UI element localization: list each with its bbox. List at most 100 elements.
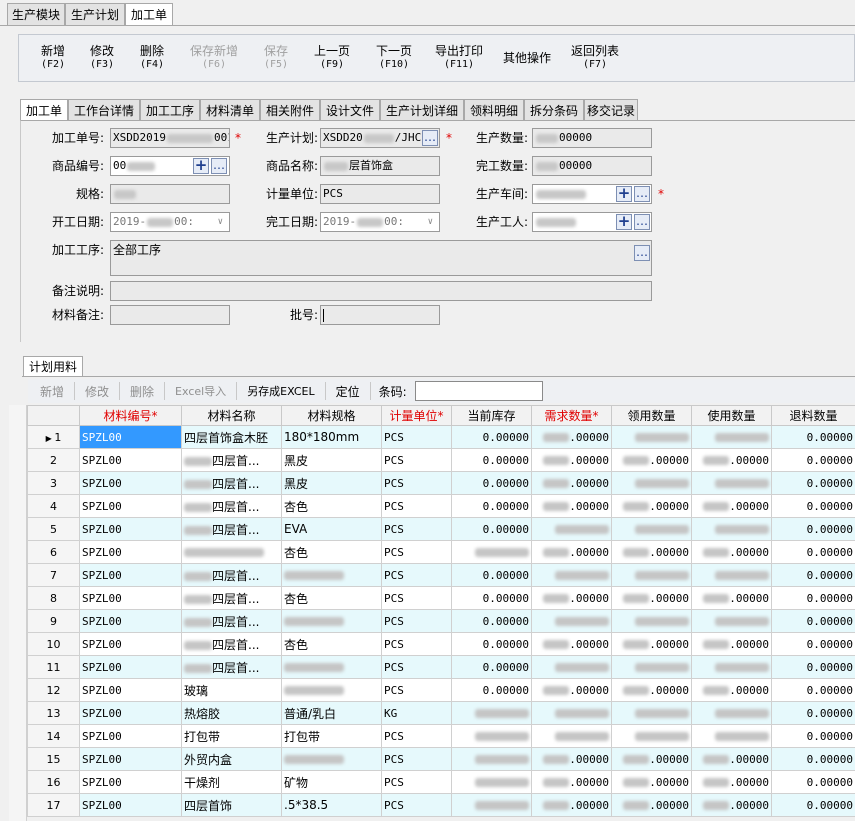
cell-used[interactable] (611, 517, 692, 541)
cell-stock[interactable] (451, 793, 532, 817)
cell-stock[interactable] (451, 770, 532, 794)
cell-spec[interactable]: 杏色 (281, 586, 382, 610)
cell-consumed[interactable]: .00000 (691, 678, 772, 702)
table-row[interactable]: 12 SPZL00 玻璃 PCS 0.00000.00000.00000.00000 0.… (27, 678, 855, 702)
cell-code[interactable]: SPZL00 (79, 494, 182, 518)
table-row[interactable]: 5 SPZL00 四层首... EVA PCS 0.00000 0.00000 (27, 517, 855, 541)
cell-code[interactable]: SPZL00 (79, 632, 182, 656)
cell-unit[interactable]: PCS (381, 632, 452, 656)
cell-used[interactable]: .00000 (611, 494, 692, 518)
tab-planned-materials[interactable]: 计划用料 (23, 356, 83, 376)
cell-ret[interactable]: 0.00000 (771, 425, 855, 449)
cell-spec[interactable]: .5*38.5 (281, 793, 382, 817)
tab-work-order-detail[interactable]: 加工单 (20, 99, 68, 120)
cell-need[interactable]: .00000 (531, 678, 612, 702)
cell-consumed[interactable] (691, 655, 772, 679)
cell-unit[interactable]: PCS (381, 609, 452, 633)
tab-split-barcode[interactable]: 拆分条码 (524, 99, 584, 120)
cell-ret[interactable]: 0.00000 (771, 494, 855, 518)
tab-production-module[interactable]: 生产模块 (7, 3, 65, 25)
cell-stock[interactable]: 0.00000 (451, 448, 532, 472)
cell-name[interactable]: 四层首... (181, 609, 282, 633)
cell-consumed[interactable] (691, 609, 772, 633)
cell-spec[interactable]: 杏色 (281, 494, 382, 518)
column-header[interactable]: 退料数量 (771, 405, 855, 426)
cell-used[interactable] (611, 471, 692, 495)
cell-used[interactable]: .00000 (611, 770, 692, 794)
column-header[interactable]: 材料名称 (181, 405, 282, 426)
cell-name[interactable]: 四层首... (181, 586, 282, 610)
cell-unit[interactable]: PCS (381, 586, 452, 610)
column-header[interactable]: 计量单位* (381, 405, 452, 426)
cell-code[interactable]: SPZL00 (79, 425, 182, 449)
cell-consumed[interactable] (691, 517, 772, 541)
chevron-down-icon[interactable]: ∨ (428, 213, 433, 231)
cell-consumed[interactable]: .00000 (691, 540, 772, 564)
cell-used[interactable]: .00000 (611, 632, 692, 656)
cell-used[interactable]: .00000 (611, 678, 692, 702)
column-header[interactable]: 当前库存 (451, 405, 532, 426)
cell-code[interactable]: SPZL00 (79, 563, 182, 587)
cell-spec[interactable]: 打包带 (281, 724, 382, 748)
cell-unit[interactable]: PCS (381, 448, 452, 472)
cell-code[interactable]: SPZL00 (79, 701, 182, 725)
table-row[interactable]: 4 SPZL00 四层首... 杏色 PCS 0.00000.00000.00000.00… (27, 494, 855, 518)
cell-ret[interactable]: 0.00000 (771, 563, 855, 587)
cell-stock[interactable] (451, 724, 532, 748)
cell-unit[interactable]: PCS (381, 724, 452, 748)
table-row[interactable]: 13 SPZL00 热熔胶 普通/乳白 KG 0.00000 (27, 701, 855, 725)
cell-spec[interactable] (281, 609, 382, 633)
cell-consumed[interactable]: .00000 (691, 747, 772, 771)
table-row[interactable]: 16 SPZL00 干燥剂 矿物 PCS .00000.00000.00000 0.0000… (27, 770, 855, 794)
cell-stock[interactable]: 0.00000 (451, 517, 532, 541)
cell-name[interactable]: 打包带 (181, 724, 282, 748)
cell-need[interactable]: .00000 (531, 586, 612, 610)
table-row[interactable]: 17 SPZL00 四层首饰 .5*38.5 PCS .00000.00000.00000… (27, 793, 855, 817)
cell-need[interactable] (531, 563, 612, 587)
cell-need[interactable]: .00000 (531, 425, 612, 449)
column-header[interactable]: 材料规格 (281, 405, 382, 426)
excel-import-button[interactable]: Excel导入 (165, 379, 236, 403)
remark-field[interactable] (110, 281, 652, 301)
export-print-button[interactable]: 导出打印 (F11) (429, 44, 489, 72)
cell-code[interactable]: SPZL00 (79, 770, 182, 794)
cell-spec[interactable]: 杏色 (281, 540, 382, 564)
order-no-field[interactable]: XSDD20190012 (110, 128, 230, 148)
cell-consumed[interactable]: .00000 (691, 770, 772, 794)
tab-handover-record[interactable]: 移交记录 (584, 99, 638, 120)
cell-used[interactable]: .00000 (611, 448, 692, 472)
workshop-add-icon[interactable]: + (616, 186, 632, 202)
worker-browse-button[interactable]: … (634, 214, 650, 230)
cell-name[interactable]: 热熔胶 (181, 701, 282, 725)
edit-button[interactable]: 修改 (F3) (81, 44, 123, 72)
column-header[interactable] (27, 405, 80, 426)
cell-need[interactable] (531, 701, 612, 725)
cell-ret[interactable]: 0.00000 (771, 793, 855, 817)
cell-name[interactable]: 四层首... (181, 517, 282, 541)
cell-code[interactable]: SPZL00 (79, 517, 182, 541)
table-row[interactable]: 9 SPZL00 四层首... PCS 0.00000 0.00000 (27, 609, 855, 633)
cell-unit[interactable]: PCS (381, 540, 452, 564)
cell-spec[interactable] (281, 655, 382, 679)
cell-consumed[interactable]: .00000 (691, 448, 772, 472)
cell-ret[interactable]: 0.00000 (771, 540, 855, 564)
process-field[interactable]: 全部工序 (110, 240, 652, 276)
cell-name[interactable]: 四层首... (181, 632, 282, 656)
cell-stock[interactable]: 0.00000 (451, 632, 532, 656)
cell-name[interactable]: 外贸内盒 (181, 747, 282, 771)
cell-code[interactable]: SPZL00 (79, 471, 182, 495)
cell-unit[interactable]: PCS (381, 517, 452, 541)
cell-stock[interactable]: 0.00000 (451, 609, 532, 633)
tab-plan-detail[interactable]: 生产计划详细 (380, 99, 464, 120)
table-row[interactable]: 7 SPZL00 四层首... PCS 0.00000 0.00000 (27, 563, 855, 587)
workshop-browse-button[interactable]: … (634, 186, 650, 202)
barcode-input[interactable] (414, 381, 543, 401)
cell-unit[interactable]: KG (381, 701, 452, 725)
cell-need[interactable]: .00000 (531, 471, 612, 495)
table-row[interactable]: 8 SPZL00 四层首... 杏色 PCS 0.00000.00000.00000.00… (27, 586, 855, 610)
table-row[interactable]: ▶ 1 SPZL00 四层首饰盒木胚 180*180mm PCS 0.00000.0000… (27, 425, 855, 449)
cell-ret[interactable]: 0.00000 (771, 655, 855, 679)
cell-name[interactable]: 四层首... (181, 655, 282, 679)
grid-delete-button[interactable]: 删除 (120, 379, 164, 403)
goods-browse-button[interactable]: … (211, 158, 227, 174)
